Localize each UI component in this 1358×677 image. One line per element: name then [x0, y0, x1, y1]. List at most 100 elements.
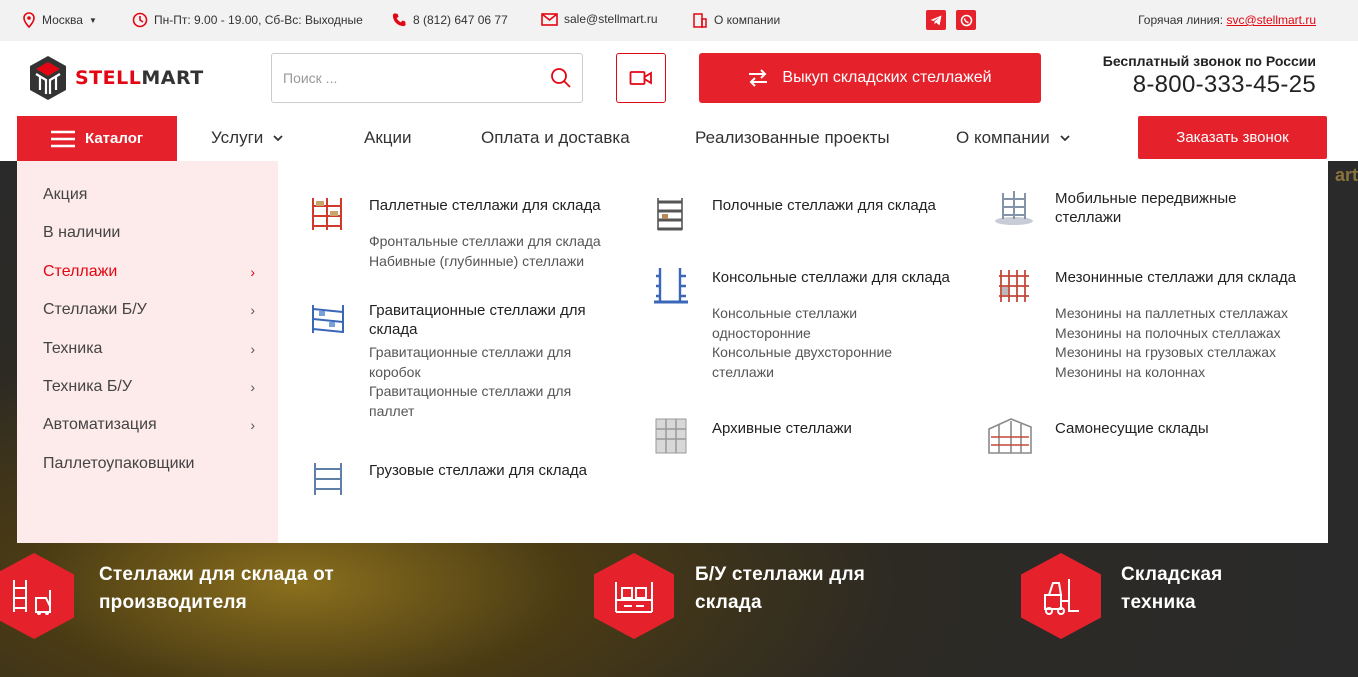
nav-item-services[interactable]: Услуги: [211, 128, 283, 148]
site-logo[interactable]: STELLMART: [27, 54, 204, 102]
sidebar-item[interactable]: Автоматизация ›: [43, 416, 255, 434]
catalog-button[interactable]: Каталог: [17, 116, 177, 161]
subcategory-link[interactable]: Мезонины на паллетных стеллажах: [1055, 304, 1288, 324]
promo-manufacturer-text: Стеллажи для склада от производителя: [99, 564, 334, 613]
promo-used-shelving-text: Б/У стеллажи для склада: [695, 564, 866, 613]
location-pin-icon: [23, 12, 35, 28]
nav-promos-label: Акции: [364, 128, 412, 147]
sidebar-item-label: Автоматизация: [43, 416, 157, 433]
nav-item-company[interactable]: О компании: [956, 128, 1070, 148]
forklift-icon: [1021, 553, 1101, 639]
search-input[interactable]: [272, 54, 532, 102]
sidebar-item[interactable]: Стеллажи ›: [43, 263, 255, 281]
logo-wordmark: STELLMART: [75, 67, 204, 89]
category-mezzanine-subs: Мезонины на паллетных стеллажах Мезонины…: [1055, 304, 1288, 382]
sidebar-item-label: Техника Б/У: [43, 378, 132, 395]
subcategory-link[interactable]: Фронтальные стеллажи для склада: [369, 232, 601, 252]
category-mobile-title: Мобильные передвижные стеллажи: [1055, 190, 1237, 226]
about-text: О компании: [714, 13, 781, 27]
phone-link[interactable]: 8 (812) 647 06 77: [392, 12, 508, 27]
sidebar-item-label: Техника: [43, 340, 103, 357]
category-mezzanine[interactable]: Мезонинные стеллажи для склада: [993, 268, 1296, 306]
email-link[interactable]: sale@stellmart.ru: [541, 12, 658, 26]
shelf-rack-icon: [657, 198, 683, 231]
sidebar-item[interactable]: В наличии: [43, 224, 255, 242]
phone-icon: [392, 13, 406, 27]
category-cantilever-title: Консольные стеллажи для склада: [712, 269, 950, 286]
sidebar-item-label: Паллетоупаковщики: [43, 455, 195, 472]
free-call-label: Бесплатный звонок по России: [1102, 53, 1316, 69]
sidebar-item-label: Акция: [43, 186, 88, 203]
category-pallet-title: Паллетные стеллажи для склада: [369, 197, 601, 214]
chevron-right-icon: ›: [250, 417, 255, 433]
sidebar-item[interactable]: Стеллажи Б/У ›: [43, 301, 255, 319]
nav-services-label: Услуги: [211, 128, 264, 147]
sidebar-item-label: Стеллажи: [43, 263, 118, 280]
telegram-icon[interactable]: [926, 10, 946, 30]
promo-used-shelving[interactable]: Б/У стеллажи для склада: [594, 553, 865, 639]
subcategory-link[interactable]: Набивные (глубинные) стеллажи: [369, 252, 601, 272]
subcategory-link[interactable]: Консольные двухсторонние стеллажи: [712, 343, 902, 382]
subcategory-link[interactable]: Гравитационные стеллажи для коробок: [369, 343, 599, 382]
nav-item-projects[interactable]: Реализованные проекты: [695, 128, 890, 148]
category-cargo[interactable]: Грузовые стеллажи для склада: [307, 461, 587, 499]
chevron-right-icon: ›: [250, 379, 255, 395]
promo-manufacturer[interactable]: Стеллажи для склада от производителя: [0, 553, 334, 639]
sidebar-item[interactable]: Техника ›: [43, 340, 255, 358]
hours-text: Пн-Пт: 9.00 - 19.00, Сб-Вс: Выходные: [154, 13, 363, 27]
subcategory-link[interactable]: Мезонины на колоннах: [1055, 363, 1288, 383]
category-selfsupport[interactable]: Самонесущие склады: [985, 418, 1209, 457]
hotline: Горячая линия: svc@stellmart.ru: [1138, 13, 1316, 27]
chevron-down-icon: [273, 134, 283, 141]
category-mobile[interactable]: Мобильные передвижные стеллажи: [993, 189, 1275, 227]
whatsapp-icon[interactable]: [956, 10, 976, 30]
work-hours: Пн-Пт: 9.00 - 19.00, Сб-Вс: Выходные: [132, 12, 363, 28]
cantilever-rack-icon: [654, 268, 688, 304]
sidebar-item[interactable]: Акция: [43, 186, 255, 204]
category-pallet[interactable]: Паллетные стеллажи для склада: [307, 196, 601, 234]
category-archive[interactable]: Архивные стеллажи: [650, 418, 852, 457]
about-link[interactable]: О компании: [692, 12, 780, 28]
free-call-phone[interactable]: 8-800-333-45-25: [1103, 71, 1316, 99]
nav-item-payment[interactable]: Оплата и доставка: [481, 128, 630, 148]
catalog-dropdown: Акция В наличии Стеллажи › Стеллажи Б/У › Техн…: [17, 161, 1328, 543]
buyback-button[interactable]: Выкуп складских стеллажей: [699, 53, 1041, 103]
subcategory-link[interactable]: Консольные стеллажи односторонние: [712, 304, 902, 343]
nav-item-promos[interactable]: Акции: [364, 128, 412, 148]
search-icon[interactable]: [550, 67, 572, 89]
archive-rack-icon: [655, 418, 687, 454]
video-call-button[interactable]: [616, 53, 666, 103]
category-cantilever[interactable]: Консольные стеллажи для склада: [650, 268, 950, 306]
clock-icon: [132, 12, 148, 28]
catalog-label: Каталог: [85, 130, 144, 147]
hotline-email-link[interactable]: svc@stellmart.ru: [1226, 13, 1316, 27]
sidebar-item-label: В наличии: [43, 224, 121, 241]
city-selector[interactable]: Москва ▼: [22, 12, 97, 28]
shelving-forklift-icon: [0, 553, 74, 639]
promo-warehouse-equipment[interactable]: Складская техника: [1021, 553, 1222, 639]
subcategory-link[interactable]: Мезонины на полочных стеллажах: [1055, 324, 1288, 344]
subcategory-link[interactable]: Гравитационные стеллажи для паллет: [369, 382, 599, 421]
category-selfsupport-title: Самонесущие склады: [1055, 420, 1209, 437]
order-call-label: Заказать звонок: [1176, 129, 1289, 146]
buyback-label: Выкуп складских стеллажей: [782, 69, 992, 86]
category-shelf[interactable]: Полочные стеллажи для склада: [650, 196, 936, 234]
mezzanine-rack-icon: [999, 270, 1029, 302]
gravity-rack-icon: [312, 305, 344, 333]
mobile-rack-icon: [995, 191, 1033, 225]
category-gravity-subs: Гравитационные стеллажи для коробок Грав…: [369, 343, 599, 421]
order-call-button[interactable]: Заказать звонок: [1138, 116, 1327, 159]
subcategory-link[interactable]: Мезонины на грузовых стеллажах: [1055, 343, 1288, 363]
chevron-right-icon: ›: [250, 264, 255, 280]
sidebar-item[interactable]: Техника Б/У ›: [43, 378, 255, 396]
category-gravity[interactable]: Гравитационные стеллажи для склада: [307, 301, 599, 339]
video-camera-icon: [629, 71, 652, 85]
pallet-rack-icon: [312, 198, 342, 230]
nav-projects-label: Реализованные проекты: [695, 128, 890, 147]
chevron-right-icon: ›: [250, 341, 255, 357]
building-icon: [693, 13, 707, 28]
nav-payment-label: Оплата и доставка: [481, 128, 630, 147]
hamburger-icon: [51, 130, 75, 147]
category-gravity-title: Гравитационные стеллажи для склада: [369, 302, 586, 338]
sidebar-item[interactable]: Паллетоупаковщики: [43, 455, 255, 473]
